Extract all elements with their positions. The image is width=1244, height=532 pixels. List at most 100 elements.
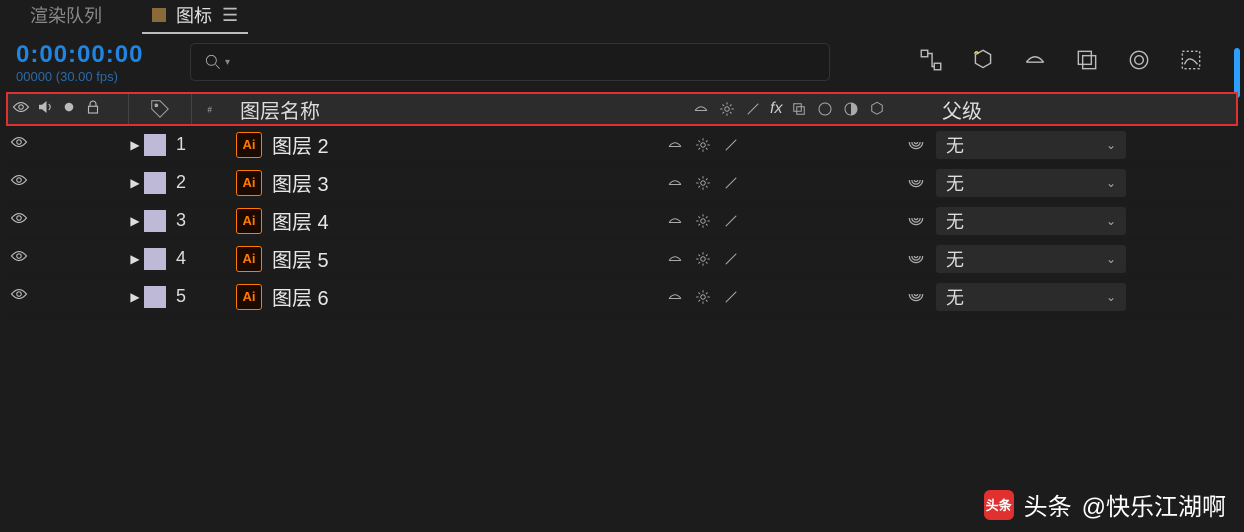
parent-pickwhip-icon[interactable] [906, 284, 926, 309]
layer-switches[interactable] [666, 250, 806, 268]
shy-switch-icon[interactable] [666, 288, 684, 306]
collapse-transform-icon [718, 100, 736, 118]
layer-row[interactable]: ▶ 2 Ai 图层 3 无 ⌄ [6, 164, 1238, 202]
layer-name-column[interactable]: 图层名称 [232, 95, 692, 124]
layer-name[interactable]: 图层 4 [262, 206, 329, 235]
parent-pickwhip-icon[interactable] [906, 208, 926, 233]
expand-toggle[interactable]: ▶ [126, 214, 144, 228]
layer-name[interactable]: 图层 3 [262, 168, 329, 197]
label-color[interactable] [144, 134, 166, 156]
search-icon [203, 52, 223, 72]
label-color[interactable] [144, 286, 166, 308]
parent-value: 无 [946, 208, 964, 234]
layer-switches[interactable] [666, 136, 806, 154]
layer-row[interactable]: ▶ 3 Ai 图层 4 无 ⌄ [6, 202, 1238, 240]
layer-switches[interactable] [666, 212, 806, 230]
layer-name[interactable]: 图层 5 [262, 244, 329, 273]
visibility-column-icon[interactable] [12, 98, 30, 121]
quality-switch-icon[interactable] [722, 212, 740, 230]
motion-blur-icon[interactable] [1126, 47, 1152, 78]
visibility-toggle[interactable] [10, 209, 28, 232]
parent-column[interactable]: 父级 [932, 95, 1152, 124]
parent-value: 无 [946, 170, 964, 196]
lock-column-icon[interactable] [84, 98, 102, 121]
watermark-logo-icon: 头条 [984, 490, 1014, 520]
collapse-switch-icon[interactable] [694, 250, 712, 268]
expand-toggle[interactable]: ▶ [126, 252, 144, 266]
chevron-down-icon: ⌄ [1106, 176, 1116, 190]
label-color[interactable] [144, 248, 166, 270]
layer-row[interactable]: ▶ 1 Ai 图层 2 无 ⌄ [6, 126, 1238, 164]
layer-row[interactable]: ▶ 5 Ai 图层 6 无 ⌄ [6, 278, 1238, 316]
collapse-switch-icon[interactable] [694, 212, 712, 230]
parent-pickwhip-icon[interactable] [906, 170, 926, 195]
layer-name[interactable]: 图层 2 [262, 130, 329, 159]
source-type-icon: Ai [236, 284, 262, 310]
visibility-toggle[interactable] [10, 133, 28, 156]
parent-value: 无 [946, 246, 964, 272]
parent-value: 无 [946, 284, 964, 310]
parent-dropdown[interactable]: 无 ⌄ [936, 245, 1126, 273]
parent-pickwhip-icon[interactable] [906, 132, 926, 157]
switches-column: fx [692, 100, 932, 118]
graph-editor-icon[interactable] [1178, 47, 1204, 78]
tab-render-queue[interactable]: 渲染队列 [20, 0, 112, 34]
layer-row[interactable]: ▶ 4 Ai 图层 5 无 ⌄ [6, 240, 1238, 278]
shy-switch-icon[interactable] [666, 250, 684, 268]
label-column-icon[interactable] [128, 94, 192, 124]
layer-index: 1 [166, 134, 196, 155]
layer-switches[interactable] [666, 288, 806, 306]
visibility-toggle[interactable] [10, 247, 28, 270]
comp-color-icon [152, 8, 166, 22]
parent-pickwhip-icon[interactable] [906, 246, 926, 271]
tab-composition[interactable]: 图标 ☰ [142, 0, 248, 34]
shy-switch-icon[interactable] [666, 174, 684, 192]
panel-tabs: 渲染队列 图标 ☰ [0, 0, 1244, 32]
collapse-switch-icon[interactable] [694, 288, 712, 306]
fx-icon: fx [770, 100, 782, 118]
quality-switch-icon[interactable] [722, 288, 740, 306]
comp-mini-flowchart-icon[interactable] [918, 47, 944, 78]
expand-toggle[interactable]: ▶ [126, 138, 144, 152]
collapse-switch-icon[interactable] [694, 174, 712, 192]
draft-3d-icon[interactable] [970, 47, 996, 78]
quality-switch-icon[interactable] [722, 250, 740, 268]
shy-switch-icon[interactable] [666, 136, 684, 154]
layer-index: 2 [166, 172, 196, 193]
expand-toggle[interactable]: ▶ [126, 176, 144, 190]
layer-switches[interactable] [666, 174, 806, 192]
parent-dropdown[interactable]: 无 ⌄ [936, 131, 1126, 159]
frame-blend-icon[interactable] [1074, 47, 1100, 78]
quality-switch-icon[interactable] [722, 136, 740, 154]
index-column-icon[interactable]: # [192, 102, 232, 116]
highlight-indicator [1234, 48, 1240, 98]
layer-index: 5 [166, 286, 196, 307]
shy-icon [692, 100, 710, 118]
adjustment-layer-icon [842, 100, 860, 118]
shy-switch-icon[interactable] [666, 212, 684, 230]
collapse-switch-icon[interactable] [694, 136, 712, 154]
solo-column-icon[interactable] [60, 98, 78, 121]
layer-index: 3 [166, 210, 196, 231]
layer-name[interactable]: 图层 6 [262, 282, 329, 311]
current-time[interactable]: 0:00:00:00 [16, 41, 190, 69]
3d-layer-icon [868, 100, 886, 118]
shy-toggle-icon[interactable] [1022, 47, 1048, 78]
label-color[interactable] [144, 210, 166, 232]
visibility-toggle[interactable] [10, 285, 28, 308]
chevron-down-icon: ⌄ [1106, 138, 1116, 152]
parent-dropdown[interactable]: 无 ⌄ [936, 169, 1126, 197]
tab-menu-icon[interactable]: ☰ [222, 5, 238, 26]
parent-dropdown[interactable]: 无 ⌄ [936, 283, 1126, 311]
chevron-down-icon: ⌄ [1106, 252, 1116, 266]
frame-info: 00000 (30.00 fps) [16, 69, 190, 84]
expand-toggle[interactable]: ▶ [126, 290, 144, 304]
parent-dropdown[interactable]: 无 ⌄ [936, 207, 1126, 235]
label-color[interactable] [144, 172, 166, 194]
frame-blend-col-icon [790, 100, 808, 118]
audio-column-icon[interactable] [36, 98, 54, 121]
quality-switch-icon[interactable] [722, 174, 740, 192]
visibility-toggle[interactable] [10, 171, 28, 194]
search-input[interactable]: ▾ [190, 43, 830, 81]
watermark: 头条 头条 @快乐江湖啊 [984, 487, 1226, 522]
